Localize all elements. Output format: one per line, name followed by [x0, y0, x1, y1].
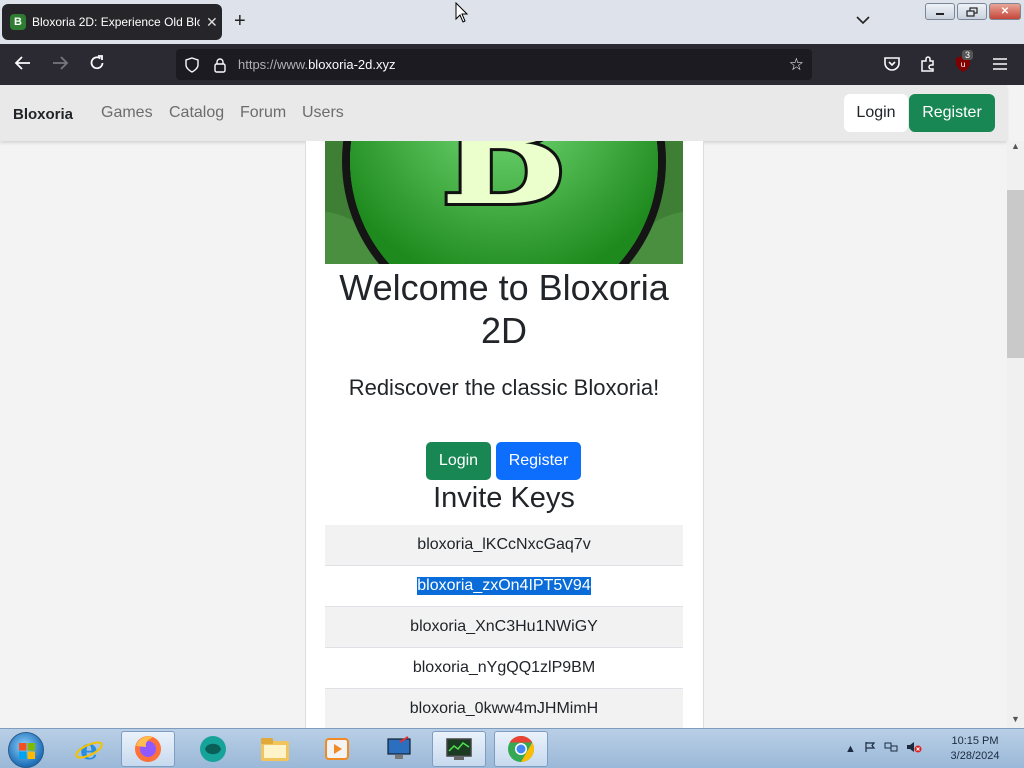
- hero-logo-image: B: [325, 141, 683, 264]
- nav-link-games[interactable]: Games: [101, 104, 153, 122]
- network-icon[interactable]: [884, 741, 898, 756]
- browser-tab-bar: B Bloxoria 2D: Experience Old Bloxoria ✕…: [0, 0, 1024, 44]
- clock-date: 3/28/2024: [950, 750, 1000, 762]
- taskbar-chat-app-icon[interactable]: [186, 731, 240, 767]
- extensions-puzzle-icon[interactable]: [918, 54, 938, 74]
- url-text[interactable]: https://www.bloxoria-2d.xyz: [238, 57, 396, 72]
- back-arrow-icon[interactable]: [14, 54, 32, 76]
- page-scrollbar-thumb[interactable]: [1007, 190, 1024, 358]
- register-button[interactable]: Register: [496, 442, 581, 480]
- reload-icon[interactable]: [88, 54, 106, 76]
- nav-link-users[interactable]: Users: [302, 104, 344, 122]
- taskbar-firefox-icon[interactable]: [121, 731, 175, 767]
- site-brand[interactable]: Bloxoria: [13, 106, 73, 123]
- url-domain: bloxoria-2d.xyz: [308, 57, 396, 72]
- taskbar-task-manager-icon[interactable]: [432, 731, 486, 767]
- window-restore-button[interactable]: [957, 3, 987, 20]
- start-button[interactable]: [8, 732, 44, 768]
- header-login-button[interactable]: Login: [844, 94, 908, 132]
- volume-muted-icon[interactable]: [906, 741, 922, 756]
- taskbar-chrome-icon[interactable]: [494, 731, 548, 767]
- show-hidden-icons-arrow-icon[interactable]: ▲: [845, 743, 856, 755]
- bookmark-star-icon[interactable]: ☆: [789, 55, 804, 75]
- taskbar-remote-desktop-icon[interactable]: [372, 731, 426, 767]
- clock-time: 10:15 PM: [951, 735, 999, 747]
- invite-key[interactable]: bloxoria_lKCcNxcGaq7v: [417, 536, 590, 554]
- invite-key-selected[interactable]: bloxoria_zxOn4IPT5V94: [417, 577, 591, 595]
- taskbar-internet-explorer-icon[interactable]: e: [62, 731, 116, 767]
- tab-close-icon[interactable]: ✕: [206, 14, 218, 31]
- browser-tab[interactable]: B Bloxoria 2D: Experience Old Bloxoria ✕: [2, 4, 222, 40]
- welcome-heading: Welcome to Bloxoria 2D: [339, 267, 669, 351]
- windows-taskbar: e ▲ 10:15 PM 3/28/2024: [0, 728, 1024, 768]
- forward-arrow-icon[interactable]: [51, 54, 69, 76]
- invite-key-row[interactable]: bloxoria_0kww4mJHMimH: [325, 689, 683, 730]
- system-tray: ▲: [845, 741, 922, 756]
- taskbar-clock[interactable]: 10:15 PM 3/28/2024: [940, 734, 1010, 764]
- nav-link-catalog[interactable]: Catalog: [169, 104, 224, 122]
- scroll-down-arrow-icon[interactable]: ▼: [1008, 714, 1023, 724]
- taskbar-media-player-icon[interactable]: [310, 731, 364, 767]
- tab-title: Bloxoria 2D: Experience Old Bloxoria: [32, 15, 200, 29]
- login-button[interactable]: Login: [426, 442, 491, 480]
- site-favicon-icon: B: [10, 14, 26, 30]
- invite-key-row[interactable]: bloxoria_XnC3Hu1NWiGY: [325, 607, 683, 648]
- invite-key-row[interactable]: bloxoria_lKCcNxcGaq7v: [325, 525, 683, 566]
- windows-logo-icon: [19, 743, 35, 759]
- header-register-button[interactable]: Register: [909, 94, 995, 132]
- pocket-icon[interactable]: [882, 54, 902, 74]
- taskbar-file-explorer-icon[interactable]: [248, 731, 302, 767]
- hero-letter: B: [441, 141, 568, 239]
- invite-key[interactable]: bloxoria_0kww4mJHMimH: [410, 700, 598, 718]
- invite-keys-heading: Invite Keys: [433, 482, 575, 514]
- invite-keys-list: bloxoria_lKCcNxcGaq7v bloxoria_zxOn4IPT5…: [325, 525, 683, 730]
- address-bar[interactable]: https://www.bloxoria-2d.xyz ☆: [176, 49, 812, 80]
- invite-key-row[interactable]: bloxoria_nYgQQ1zlP9BM: [325, 648, 683, 689]
- window-close-button[interactable]: ✕: [989, 3, 1021, 20]
- url-prefix: https://www.: [238, 57, 309, 72]
- invite-key[interactable]: bloxoria_XnC3Hu1NWiGY: [410, 618, 598, 636]
- hamburger-menu-icon[interactable]: [990, 54, 1010, 74]
- browser-toolbar: https://www.bloxoria-2d.xyz ☆ u: [0, 44, 1024, 85]
- scroll-up-arrow-icon[interactable]: ▲: [1008, 141, 1023, 151]
- list-all-tabs-chevron-icon[interactable]: [856, 12, 870, 28]
- new-tab-button[interactable]: +: [234, 10, 246, 32]
- action-center-flag-icon[interactable]: [864, 741, 876, 756]
- tracking-protection-shield-icon[interactable]: [184, 56, 200, 73]
- lock-icon[interactable]: [212, 57, 228, 73]
- tagline: Rediscover the classic Bloxoria!: [348, 375, 660, 400]
- svg-text:u: u: [960, 60, 965, 69]
- nav-link-forum[interactable]: Forum: [240, 104, 286, 122]
- invite-key[interactable]: bloxoria_nYgQQ1zlP9BM: [413, 659, 595, 677]
- window-minimize-button[interactable]: [925, 3, 955, 20]
- svg-text:e: e: [80, 734, 98, 764]
- mouse-cursor-icon: [455, 2, 469, 23]
- invite-key-row[interactable]: bloxoria_zxOn4IPT5V94: [325, 566, 683, 607]
- extension-badge-count: 3: [962, 50, 974, 60]
- site-navbar: Bloxoria Games Catalog Forum Users Login…: [0, 85, 1007, 141]
